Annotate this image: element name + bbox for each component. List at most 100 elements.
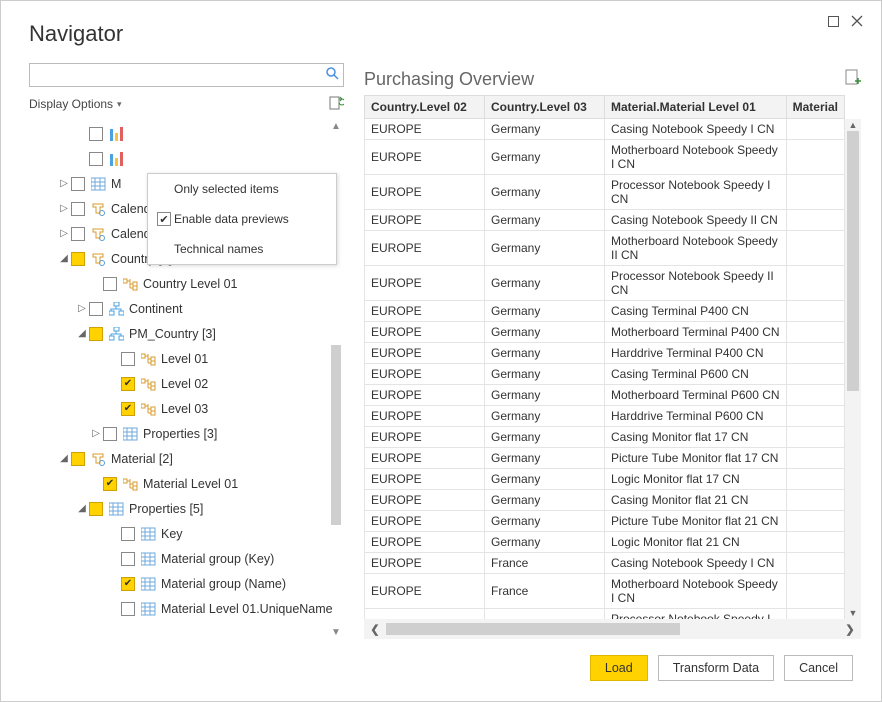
checkbox[interactable] <box>121 377 135 391</box>
tree-item-pm-country[interactable]: ◢ PM_Country [3] <box>29 321 344 346</box>
tree-label: PM_Country [3] <box>129 327 216 341</box>
expander-collapsed-icon[interactable]: ▷ <box>89 428 103 439</box>
refresh-icon[interactable] <box>328 96 344 112</box>
search-input[interactable] <box>34 68 326 82</box>
expander-collapsed-icon[interactable]: ▷ <box>57 228 71 239</box>
checkbox[interactable] <box>89 302 103 316</box>
cell: EUROPE <box>365 469 485 490</box>
checkbox[interactable] <box>71 202 85 216</box>
table-row[interactable]: EUROPEGermanyMotherboard Terminal P600 C… <box>365 385 845 406</box>
tree-item-material-group-name[interactable]: Material group (Name) <box>29 571 344 596</box>
table-row[interactable]: EUROPEGermanyCasing Monitor flat 17 CN <box>365 427 845 448</box>
scroll-up-icon[interactable]: ▲ <box>845 119 861 131</box>
menu-only-selected[interactable]: Only selected items <box>148 174 336 204</box>
col-header[interactable]: Material <box>786 96 844 119</box>
checkbox[interactable] <box>71 452 85 466</box>
tree-item-material-group-key[interactable]: Material group (Key) <box>29 546 344 571</box>
expander-expanded-icon[interactable]: ◢ <box>75 328 89 339</box>
scroll-right-icon[interactable]: ❯ <box>839 623 861 636</box>
checkbox[interactable] <box>71 252 85 266</box>
tree-item-level-01[interactable]: Level 01 <box>29 346 344 371</box>
scrollbar-thumb[interactable] <box>331 345 341 525</box>
checkbox[interactable] <box>71 177 85 191</box>
table-vscrollbar[interactable]: ▲ ▼ <box>845 119 861 619</box>
table-row[interactable]: EUROPEGermanyMotherboard Notebook Speedy… <box>365 231 845 266</box>
checkbox[interactable] <box>121 352 135 366</box>
table-row[interactable]: EUROPEGermanyCasing Notebook Speedy II C… <box>365 210 845 231</box>
table-row[interactable]: EUROPEGermanyProcessor Notebook Speedy I… <box>365 175 845 210</box>
table-row[interactable]: EUROPEGermanyLogic Monitor flat 21 CN <box>365 532 845 553</box>
table-row[interactable]: EUROPEGermanyCasing Notebook Speedy I CN <box>365 119 845 140</box>
scroll-down-icon[interactable]: ▼ <box>845 607 861 619</box>
scroll-left-icon[interactable]: ❮ <box>364 623 386 636</box>
tree-item-level-03[interactable]: Level 03 <box>29 396 344 421</box>
transform-data-button[interactable]: Transform Data <box>658 655 774 681</box>
table-row[interactable]: EUROPEGermanyLogic Monitor flat 17 CN <box>365 469 845 490</box>
scrollbar-thumb[interactable] <box>847 131 859 391</box>
tree-item-continent[interactable]: ▷ Continent <box>29 296 344 321</box>
table-row[interactable]: EUROPEGermanyMotherboard Notebook Speedy… <box>365 140 845 175</box>
menu-label: Technical names <box>174 242 263 256</box>
table-row[interactable]: EUROPEGermanyMotherboard Terminal P400 C… <box>365 322 845 343</box>
checkbox[interactable] <box>121 527 135 541</box>
checkbox[interactable] <box>89 327 103 341</box>
page-add-icon[interactable] <box>845 69 861 90</box>
table-row[interactable]: EUROPEGermanyHarddrive Terminal P600 CN <box>365 406 845 427</box>
checkbox[interactable] <box>121 552 135 566</box>
display-options-button[interactable]: Display Options ▾ <box>29 97 122 111</box>
checkbox[interactable] <box>103 427 117 441</box>
cell <box>786 322 844 343</box>
tree-item-material-level-01[interactable]: Material Level 01 <box>29 471 344 496</box>
tree-item-material-l01-uniquename[interactable]: Material Level 01.UniqueName <box>29 596 344 621</box>
table-row[interactable]: EUROPEGermanyCasing Terminal P600 CN <box>365 364 845 385</box>
checkbox[interactable] <box>89 127 103 141</box>
col-header[interactable]: Country.Level 03 <box>485 96 605 119</box>
expander-expanded-icon[interactable]: ◢ <box>75 503 89 514</box>
checkbox[interactable] <box>121 602 135 616</box>
tree-item-key[interactable]: Key <box>29 521 344 546</box>
scroll-down-icon[interactable]: ▼ <box>328 625 344 639</box>
table-row[interactable]: EUROPEGermanyCasing Terminal P400 CN <box>365 301 845 322</box>
tree-item-properties-3[interactable]: ▷ Properties [3] <box>29 421 344 446</box>
tree-item-level-02[interactable]: Level 02 <box>29 371 344 396</box>
tree-item[interactable] <box>29 146 344 171</box>
table-row[interactable]: EUROPEGermanyPicture Tube Monitor flat 2… <box>365 511 845 532</box>
table-hscrollbar[interactable]: ❮ ❯ <box>364 619 861 639</box>
search-box[interactable] <box>29 63 344 87</box>
search-icon[interactable] <box>326 67 339 83</box>
expander-collapsed-icon[interactable]: ▷ <box>57 178 71 189</box>
tree-item[interactable] <box>29 121 344 146</box>
expander-expanded-icon[interactable]: ◢ <box>57 253 71 264</box>
checkbox[interactable] <box>71 227 85 241</box>
expander-collapsed-icon[interactable]: ▷ <box>57 203 71 214</box>
checkbox[interactable] <box>89 502 103 516</box>
menu-enable-previews[interactable]: ✔ Enable data previews <box>148 204 336 234</box>
tree-item-properties-5[interactable]: ◢ Properties [5] <box>29 496 344 521</box>
scroll-up-icon[interactable]: ▲ <box>328 119 344 133</box>
table-row[interactable]: EUROPEGermanyPicture Tube Monitor flat 1… <box>365 448 845 469</box>
cell <box>786 553 844 574</box>
load-button[interactable]: Load <box>590 655 648 681</box>
cell <box>786 511 844 532</box>
table-row[interactable]: EUROPEGermanyHarddrive Terminal P400 CN <box>365 343 845 364</box>
col-header[interactable]: Country.Level 02 <box>365 96 485 119</box>
table-row[interactable]: EUROPEFranceCasing Notebook Speedy I CN <box>365 553 845 574</box>
menu-technical-names[interactable]: Technical names <box>148 234 336 264</box>
col-header[interactable]: Material.Material Level 01 <box>605 96 787 119</box>
checkbox[interactable] <box>121 577 135 591</box>
expander-collapsed-icon[interactable]: ▷ <box>75 303 89 314</box>
cell <box>786 427 844 448</box>
tree-item-country-level-01[interactable]: Country Level 01 <box>29 271 344 296</box>
checkbox[interactable] <box>103 477 117 491</box>
tree-item-material[interactable]: ◢ Material [2] <box>29 446 344 471</box>
checkbox[interactable] <box>103 277 117 291</box>
scrollbar-thumb[interactable] <box>386 623 680 635</box>
checkbox[interactable] <box>89 152 103 166</box>
checkbox[interactable] <box>121 402 135 416</box>
cell: EUROPE <box>365 301 485 322</box>
table-row[interactable]: EUROPEFranceMotherboard Notebook Speedy … <box>365 574 845 609</box>
table-row[interactable]: EUROPEGermanyCasing Monitor flat 21 CN <box>365 490 845 511</box>
expander-expanded-icon[interactable]: ◢ <box>57 453 71 464</box>
table-row[interactable]: EUROPEGermanyProcessor Notebook Speedy I… <box>365 266 845 301</box>
cancel-button[interactable]: Cancel <box>784 655 853 681</box>
